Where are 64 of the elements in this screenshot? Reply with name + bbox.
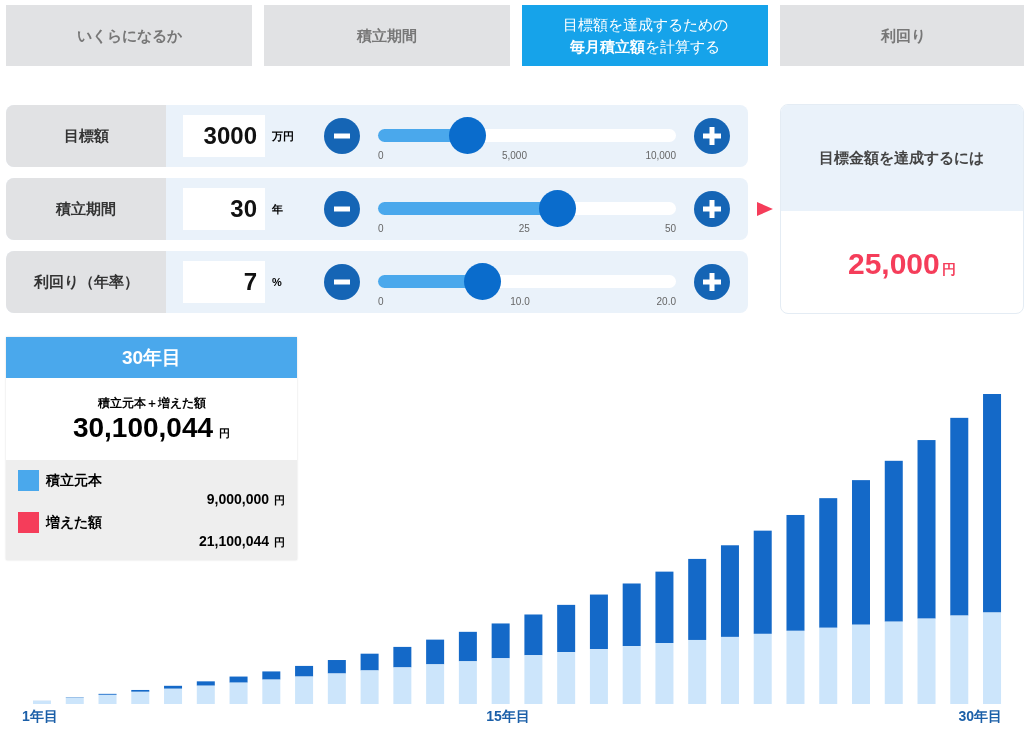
tab[interactable]: 積立期間 [264, 5, 510, 66]
currency-unit: 円 [219, 425, 231, 441]
tick-label: 0 [378, 223, 384, 234]
tick-label: 10,000 [645, 150, 676, 161]
tick-label: 20.0 [656, 296, 676, 307]
plus-button[interactable] [694, 118, 730, 154]
total-label: 積立元本＋増えた額 [97, 394, 206, 412]
stacked-bar [131, 689, 150, 704]
slider-thumb[interactable] [449, 117, 487, 154]
tick-label: 10.0 [510, 296, 530, 307]
legend-amount: 21,100,044 [198, 533, 269, 549]
minus-button[interactable] [324, 191, 360, 227]
tick-label: 5,000 [501, 150, 527, 161]
stacked-bar [33, 700, 51, 704]
plus-icon [701, 125, 723, 147]
stacked-bar [98, 693, 117, 704]
slider-thumb[interactable] [464, 263, 502, 300]
stacked-bar [295, 665, 314, 704]
unit-label: 年 [272, 201, 284, 217]
legend-label: 積立元本 [46, 471, 102, 490]
total-amount: 30,100,044 [72, 411, 214, 444]
stacked-bar [426, 639, 445, 704]
field-label: 利回り（年率） [6, 251, 166, 313]
plus-icon [701, 271, 723, 293]
input-field[interactable]: 30 [183, 188, 265, 230]
currency-unit: 円 [274, 493, 285, 508]
plus-button[interactable] [694, 191, 730, 227]
axis-label: 15年目 [486, 708, 530, 726]
input-field[interactable]: 7 [183, 261, 265, 303]
pointer-triangle-icon [756, 202, 773, 216]
stacked-bar [229, 676, 248, 704]
currency-unit: 円 [941, 261, 956, 279]
stacked-bar [327, 660, 346, 704]
stacked-bar [164, 685, 183, 704]
unit-label: % [272, 276, 283, 288]
tab[interactable]: 利回り [780, 5, 1024, 66]
axis-label: 30年目 [958, 708, 1002, 726]
input-field[interactable]: 3000 [183, 115, 265, 157]
plus-button[interactable] [694, 264, 730, 300]
result-title: 目標金額を達成するには [819, 148, 985, 168]
stacked-bar [393, 646, 412, 704]
field-label: 目標額 [6, 105, 166, 167]
year-header: 30年目 [6, 337, 297, 378]
stacked-bar [360, 653, 379, 704]
field-label: 積立期間 [6, 178, 166, 240]
tab[interactable]: 目標額を達成するための 毎月積立額を計算する [522, 5, 768, 66]
stacked-bar [262, 671, 281, 704]
legend-label: 増えた額 [46, 513, 102, 532]
slider-thumb[interactable] [538, 190, 576, 227]
result-amount: 25,000 [848, 247, 940, 281]
currency-unit: 円 [274, 535, 285, 550]
stacked-bar [196, 681, 215, 704]
unit-label: 万円 [272, 128, 295, 144]
tick-label: 25 [518, 223, 530, 234]
minus-button[interactable] [324, 118, 360, 154]
tab[interactable]: いくらになるか [6, 5, 252, 66]
tick-label: 0 [378, 150, 384, 161]
axis-label: 1年目 [22, 708, 58, 726]
minus-button[interactable] [324, 264, 360, 300]
legend-amount: 9,000,000 [206, 491, 269, 507]
tick-label: 50 [664, 223, 676, 234]
tick-label: 0 [378, 296, 384, 307]
stacked-bar [65, 697, 84, 704]
plus-icon [701, 198, 723, 220]
